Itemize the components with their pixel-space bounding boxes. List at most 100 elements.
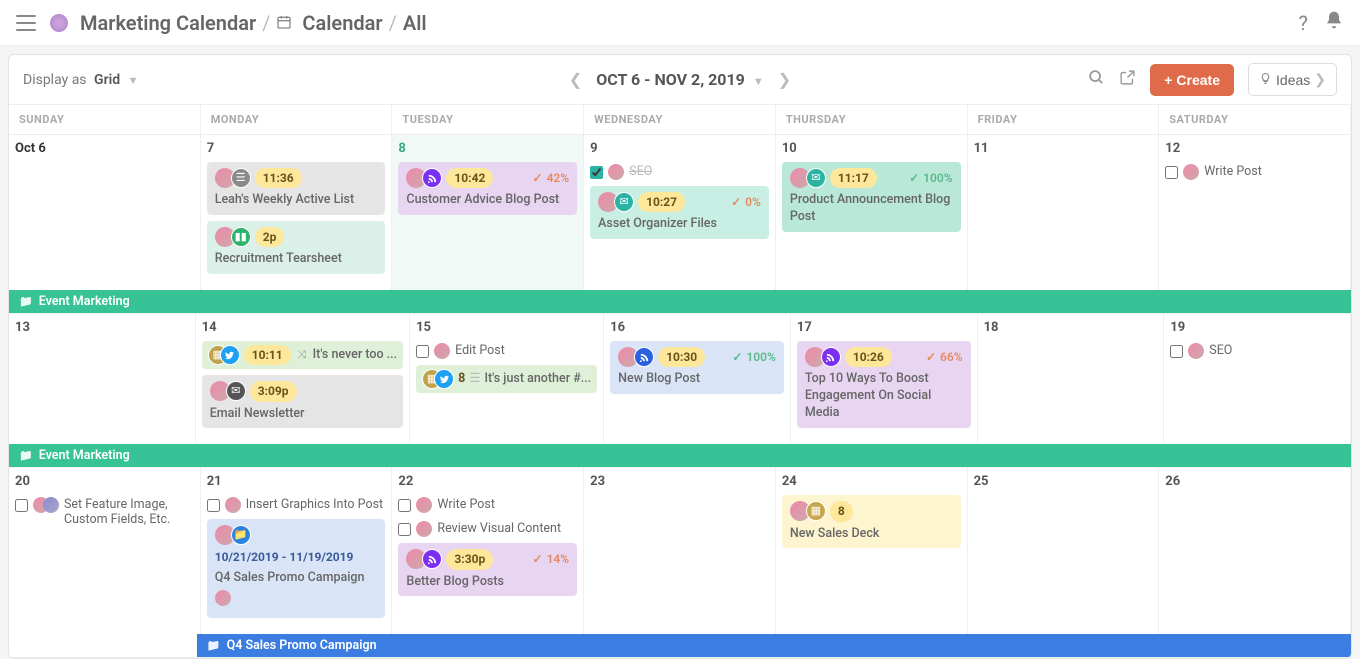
day-number: 9 (590, 141, 769, 156)
day-cell[interactable]: 14 ▦ 10:11 ⤨ It's never too ... ✉ 3:09p (196, 314, 410, 444)
date-range-label[interactable]: OCT 6 - NOV 2, 2019 ▼ (596, 70, 763, 89)
task-item[interactable]: Write Post (398, 495, 577, 515)
day-cell[interactable]: 22 Write Post Review Visual Content 3:30… (392, 468, 584, 634)
day-cell[interactable]: Oct 6 (9, 135, 201, 290)
event-card[interactable]: 3:30p 14% Better Blog Posts (398, 543, 577, 596)
folder-icon: 📁 (231, 525, 251, 545)
task-label: Write Post (1204, 164, 1262, 179)
event-card[interactable]: 10:42 42% Customer Advice Blog Post (398, 162, 577, 215)
task-checkbox[interactable] (207, 499, 220, 512)
event-card[interactable]: ✉ 10:27 0% Asset Organizer Files (590, 186, 769, 239)
mail-icon: ✉ (226, 381, 246, 401)
task-item[interactable]: Edit Post (416, 341, 597, 361)
day-number: 13 (15, 320, 189, 335)
twitter-icon (434, 369, 454, 389)
progress-pct: 14% (533, 551, 570, 567)
task-checkbox[interactable] (15, 499, 28, 512)
task-checkbox[interactable] (1165, 166, 1178, 179)
task-checkbox[interactable] (416, 345, 429, 358)
day-cell[interactable]: 19 SEO (1164, 314, 1351, 444)
day-number: 12 (1165, 141, 1344, 156)
search-icon[interactable] (1088, 69, 1105, 91)
task-checkbox[interactable] (590, 166, 603, 179)
day-number: 10 (782, 141, 961, 156)
time-pill: 3:09p (250, 381, 297, 401)
day-cell[interactable]: 16 10:30 100% New Blog Post (604, 314, 791, 444)
task-item[interactable]: SEO (1170, 341, 1344, 361)
week-row: 20 Set Feature Image, Custom Fields, Etc… (9, 468, 1351, 658)
card-title: Q4 Sales Promo Campaign (215, 570, 378, 587)
event-card[interactable]: ✉ 11:17 100% Product Announcement Blog P… (782, 162, 961, 232)
topbar: Marketing Calendar / Calendar / All ? (0, 0, 1360, 46)
day-header: SATURDAY (1159, 105, 1351, 134)
breadcrumb-section[interactable]: Calendar (302, 11, 382, 35)
task-item[interactable]: Insert Graphics Into Post (207, 495, 386, 515)
event-card[interactable]: ✉ 3:09p Email Newsletter (202, 375, 403, 428)
time-pill: 10:11 (244, 345, 291, 365)
day-cell[interactable]: 20 Set Feature Image, Custom Fields, Etc… (9, 468, 201, 634)
date-range-nav: ❮ OCT 6 - NOV 2, 2019 ▼ ❯ (569, 70, 791, 89)
breadcrumb-workspace[interactable]: Marketing Calendar (80, 11, 256, 35)
task-label: Write Post (437, 497, 495, 512)
day-cell[interactable]: 9 SEO ✉ 10:27 0% Asset Organizer Files (584, 135, 776, 290)
day-cell[interactable]: 10 ✉ 11:17 100% Product Announcement Blo… (776, 135, 968, 290)
task-checkbox[interactable] (1170, 345, 1183, 358)
display-label: Display as (23, 72, 87, 88)
day-cell[interactable]: 26 (1159, 468, 1351, 634)
task-label: Edit Post (455, 343, 505, 358)
event-card[interactable]: 10:30 100% New Blog Post (610, 341, 784, 394)
day-cell[interactable]: 18 (978, 314, 1165, 444)
event-card[interactable]: ☰ 11:36 Leah's Weekly Active List (207, 162, 386, 215)
day-header: SUNDAY (9, 105, 201, 134)
prev-range-icon[interactable]: ❮ (569, 70, 582, 89)
task-label: Review Visual Content (437, 521, 561, 536)
day-cell[interactable]: 13 (9, 314, 196, 444)
day-cell[interactable]: 25 (968, 468, 1160, 634)
event-card[interactable]: ▮▮ 2p Recruitment Tearsheet (207, 221, 386, 274)
task-checkbox[interactable] (398, 499, 411, 512)
create-button[interactable]: + Create (1150, 64, 1234, 96)
swimlane-event-marketing[interactable]: Event Marketing (9, 290, 1351, 313)
barchart-icon: ▮▮ (231, 227, 251, 247)
event-card[interactable]: ▦ 8 New Sales Deck (782, 495, 961, 548)
breadcrumb-view[interactable]: All (403, 11, 427, 35)
event-card[interactable]: ▦ 10:11 ⤨ It's never too ... (202, 341, 403, 369)
task-checkbox[interactable] (398, 523, 411, 536)
task-item[interactable]: SEO (590, 162, 769, 182)
help-icon[interactable]: ? (1299, 11, 1308, 35)
day-cell[interactable]: 21 Insert Graphics Into Post 📁 10/21/201… (201, 468, 393, 634)
day-cell-today[interactable]: 8 10:42 42% Customer Advice Blog Post (392, 135, 584, 290)
avatar (608, 164, 624, 180)
day-number: 22 (398, 474, 577, 489)
day-cell[interactable]: 12 Write Post (1159, 135, 1351, 290)
task-item[interactable]: Review Visual Content (398, 519, 577, 539)
day-cell[interactable]: 7 ☰ 11:36 Leah's Weekly Active List ▮▮ 2… (201, 135, 393, 290)
task-item[interactable]: Set Feature Image, Custom Fields, Etc. (15, 495, 194, 529)
swimlane-event-marketing[interactable]: Event Marketing (9, 444, 1351, 467)
day-cell[interactable]: 24 ▦ 8 New Sales Deck (776, 468, 968, 634)
ideas-button[interactable]: Ideas ❯ (1248, 63, 1337, 96)
twitter-icon (220, 345, 240, 365)
day-cell[interactable]: 11 (968, 135, 1160, 290)
list-icon: ☰ (231, 168, 251, 188)
share-icon[interactable] (1119, 69, 1136, 91)
count-badge: 8 (458, 371, 465, 388)
task-item[interactable]: Write Post (1165, 162, 1344, 182)
time-pill: 10:26 (845, 347, 892, 367)
bell-icon[interactable] (1324, 10, 1344, 35)
card-title: Recruitment Tearsheet (215, 251, 378, 268)
time-pill: 11:36 (255, 168, 302, 188)
next-range-icon[interactable]: ❯ (778, 70, 791, 89)
day-cell[interactable]: 15 Edit Post ▦ 8 ☰ It's just another #..… (410, 314, 604, 444)
menu-icon[interactable] (16, 15, 36, 31)
avatar (215, 590, 231, 606)
breadcrumb: Marketing Calendar / Calendar / All (50, 11, 427, 35)
event-card[interactable]: ▦ 8 ☰ It's just another #... (416, 365, 597, 393)
day-cell[interactable]: 17 10:26 66% Top 10 Ways To Boost Engage… (791, 314, 978, 444)
task-label: Set Feature Image, Custom Fields, Etc. (64, 497, 194, 527)
event-card[interactable]: 📁 10/21/2019 - 11/19/2019 Q4 Sales Promo… (207, 519, 386, 618)
display-mode[interactable]: Display as Grid ▼ (23, 72, 139, 88)
progress-pct: 42% (533, 170, 570, 186)
event-card[interactable]: 10:26 66% Top 10 Ways To Boost Engagemen… (797, 341, 971, 428)
day-cell[interactable]: 23 (584, 468, 776, 634)
